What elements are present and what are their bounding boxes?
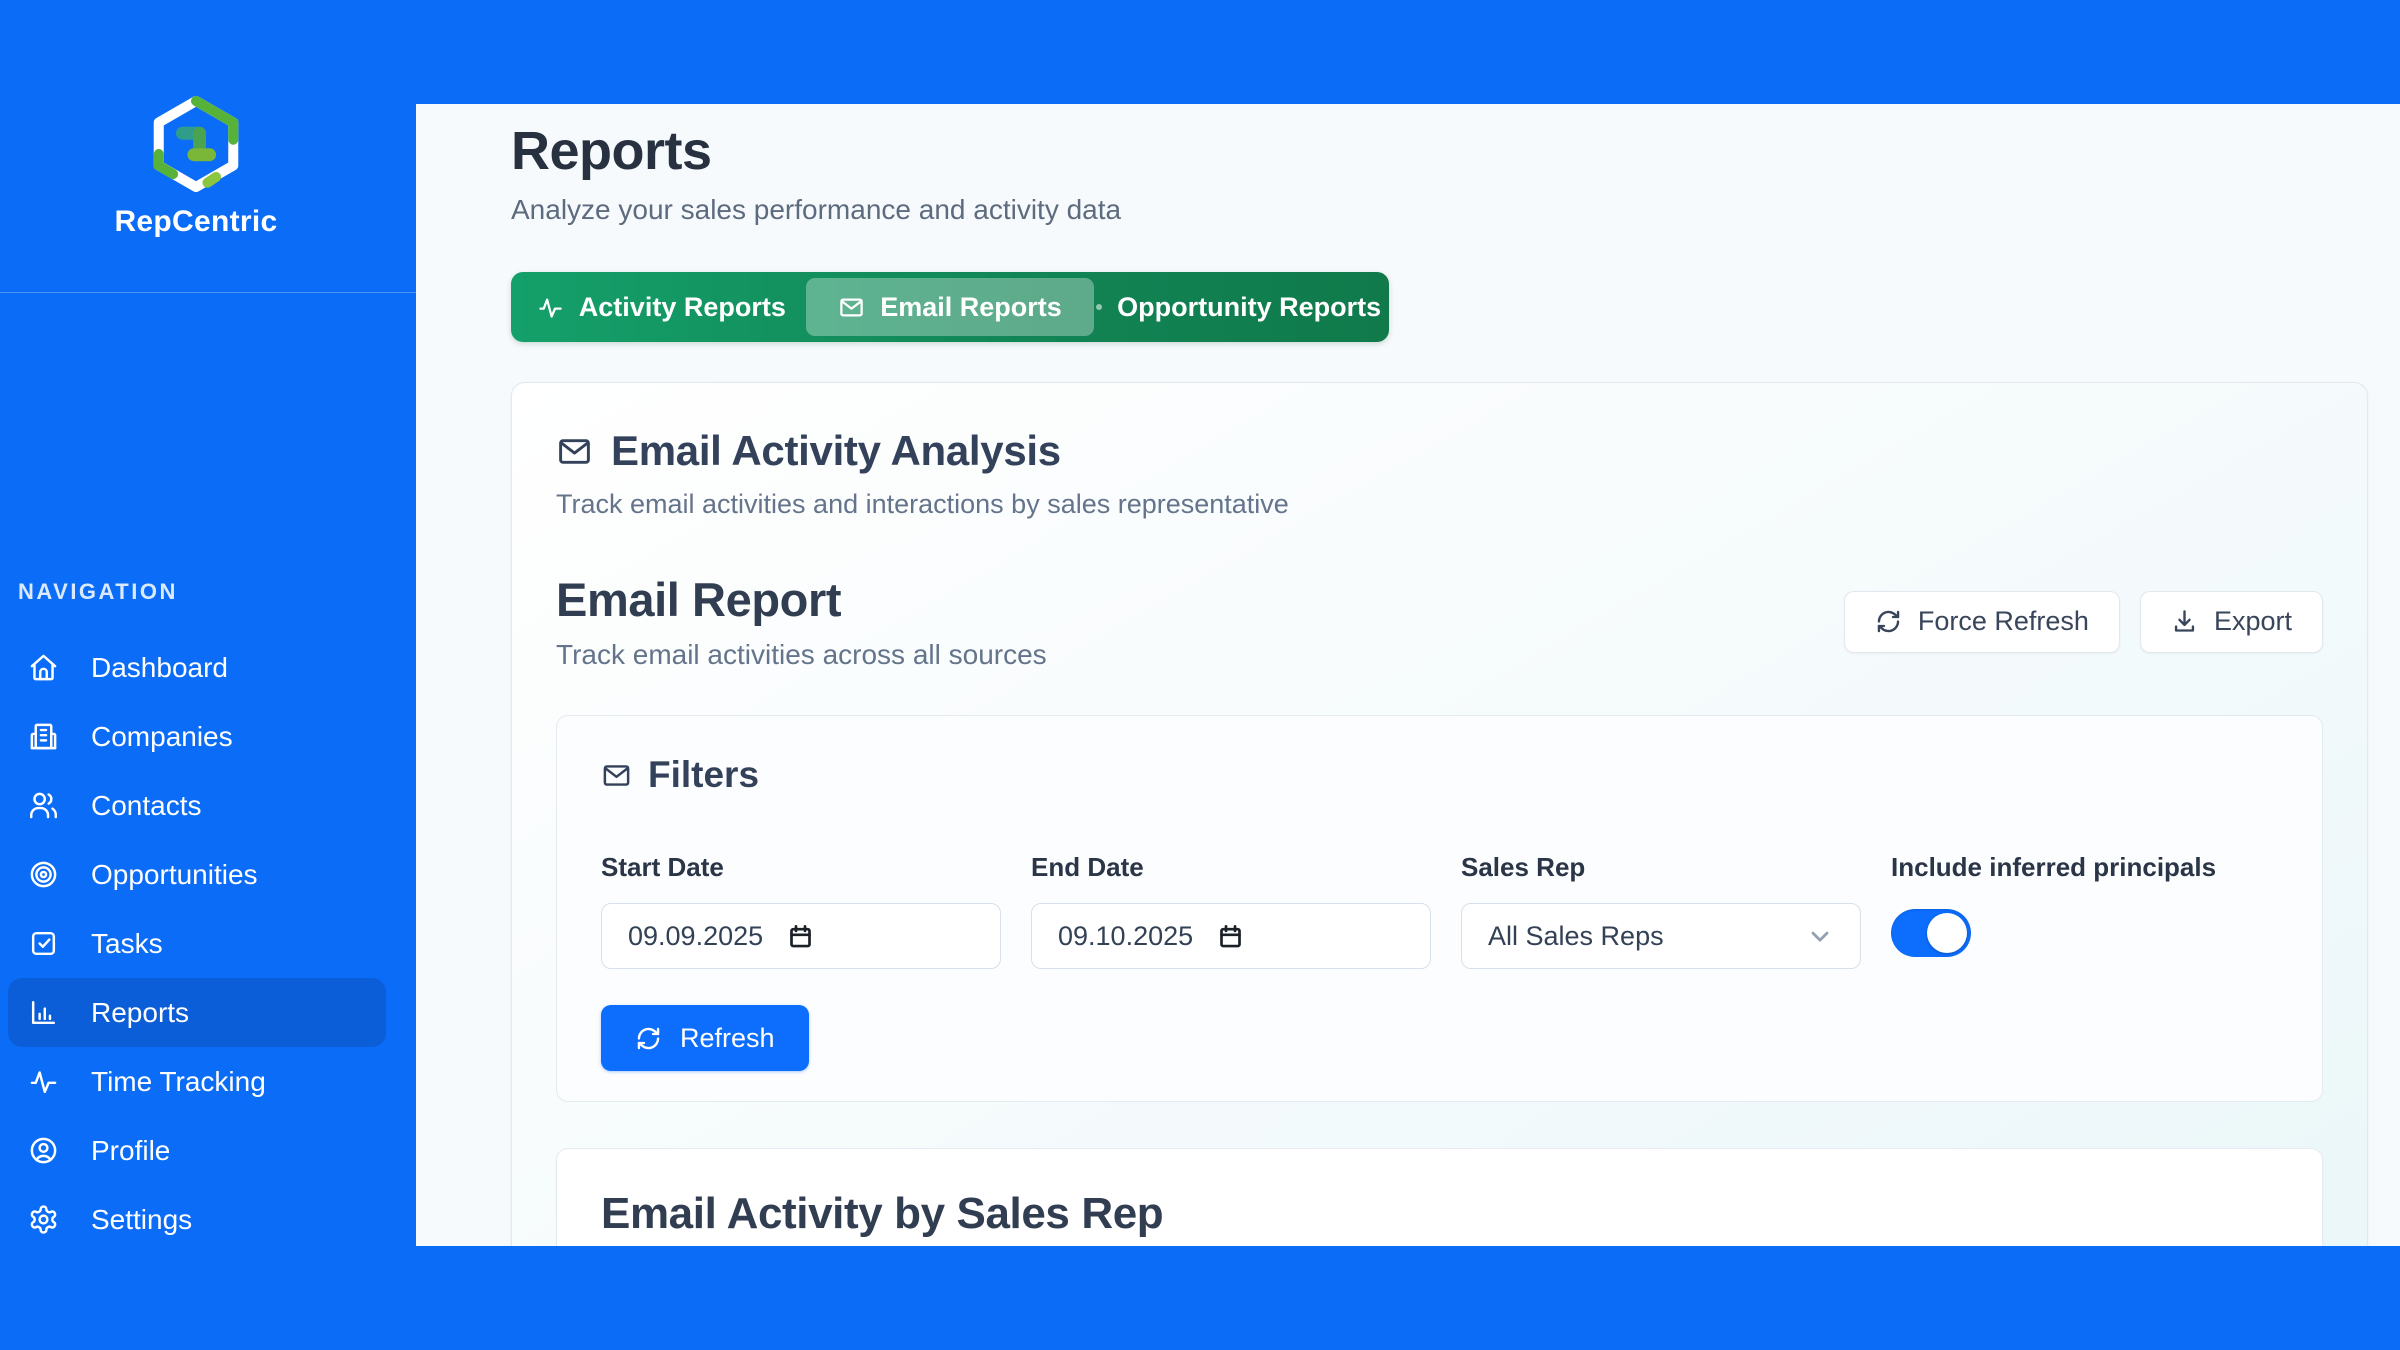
chevron-down-icon (1806, 922, 1834, 950)
sales-rep-value: All Sales Reps (1488, 921, 1664, 952)
start-date-field-group: Start Date 09.09.2025 (601, 852, 1001, 969)
user-circle-icon (28, 1135, 59, 1166)
sidebar-item-label: Dashboard (91, 652, 228, 684)
home-icon (28, 652, 59, 683)
sidebar-item-tasks[interactable]: Tasks (8, 909, 386, 978)
sidebar-item-label: Profile (91, 1135, 170, 1167)
calendar-icon (1217, 923, 1244, 950)
start-date-value: 09.09.2025 (628, 921, 763, 952)
refresh-button[interactable]: Refresh (601, 1005, 809, 1071)
email-activity-by-rep-title: Email Activity by Sales Rep (601, 1189, 2278, 1239)
sidebar-item-dashboard[interactable]: Dashboard (8, 633, 386, 702)
tab-label: Activity Reports (579, 292, 786, 323)
sidebar-item-label: Tasks (91, 928, 163, 960)
sidebar-item-label: Settings (91, 1204, 192, 1236)
export-button[interactable]: Export (2140, 591, 2323, 653)
sidebar-item-label: Reports (91, 997, 189, 1029)
end-date-field-group: End Date 09.10.2025 (1031, 852, 1431, 969)
card-title: Email Activity Analysis (611, 427, 1061, 475)
sidebar-item-label: Companies (91, 721, 233, 753)
card-subtitle: Track email activities and interactions … (556, 489, 2323, 520)
nav-section-label: NAVIGATION (18, 579, 416, 605)
export-label: Export (2214, 606, 2292, 637)
hexagon-logo-icon (153, 96, 239, 197)
mail-icon (838, 294, 865, 321)
sidebar-item-label: Time Tracking (91, 1066, 266, 1098)
tab-label: Email Reports (880, 292, 1062, 323)
end-date-value: 09.10.2025 (1058, 921, 1193, 952)
force-refresh-button[interactable]: Force Refresh (1844, 591, 2120, 653)
sidebar-item-label: Opportunities (91, 859, 258, 891)
report-tabbar: Activity Reports Email Reports Opportuni… (511, 272, 1389, 342)
brand-name: RepCentric (0, 205, 392, 239)
email-report-subtitle: Track email activities across all source… (556, 639, 1047, 671)
app-screen: RepCentric NAVIGATION Dashboard Companie… (0, 0, 2400, 1350)
users-icon (28, 790, 59, 821)
refresh-icon (1875, 608, 1902, 635)
tab-opportunity-reports[interactable]: Opportunity Reports (1094, 278, 1383, 336)
gear-icon (28, 1204, 59, 1235)
filters-card: Filters Start Date 09.09.2025 End Date (556, 715, 2323, 1102)
activity-icon (28, 1066, 59, 1097)
building-icon (28, 721, 59, 752)
sidebar-item-opportunities[interactable]: Opportunities (8, 840, 386, 909)
sales-rep-field-group: Sales Rep All Sales Reps (1461, 852, 1861, 969)
bar-chart-icon (28, 997, 59, 1028)
email-report-title: Email Report (556, 572, 1047, 627)
refresh-icon (635, 1025, 662, 1052)
toggle-knob (1927, 913, 1967, 953)
sales-rep-select[interactable]: All Sales Reps (1461, 903, 1861, 969)
download-icon (2171, 608, 2198, 635)
tab-label: Opportunity Reports (1117, 292, 1381, 323)
sidebar-item-contacts[interactable]: Contacts (8, 771, 386, 840)
activity-icon (537, 294, 564, 321)
sidebar-item-companies[interactable]: Companies (8, 702, 386, 771)
include-inferred-toggle[interactable] (1891, 909, 1971, 957)
sidebar-item-reports[interactable]: Reports (8, 978, 386, 1047)
end-date-label: End Date (1031, 852, 1431, 883)
include-inferred-label: Include inferred principals (1891, 852, 2278, 883)
sidebar-nav: Dashboard Companies Contacts Opportuniti… (0, 633, 416, 1254)
sidebar: RepCentric NAVIGATION Dashboard Companie… (0, 0, 416, 1350)
dot-icon (1096, 304, 1102, 310)
calendar-icon (787, 923, 814, 950)
start-date-input[interactable]: 09.09.2025 (601, 903, 1001, 969)
tab-email-reports[interactable]: Email Reports (806, 278, 1095, 336)
force-refresh-label: Force Refresh (1918, 606, 2089, 637)
brand-logo[interactable]: RepCentric (0, 0, 392, 239)
sidebar-item-profile[interactable]: Profile (8, 1116, 386, 1185)
sales-rep-label: Sales Rep (1461, 852, 1861, 883)
start-date-label: Start Date (601, 852, 1001, 883)
page-title: Reports (511, 120, 2368, 182)
email-activity-by-rep-card: Email Activity by Sales Rep Summary of e… (556, 1148, 2323, 1246)
sidebar-item-label: Contacts (91, 790, 202, 822)
sidebar-item-time-tracking[interactable]: Time Tracking (8, 1047, 386, 1116)
mail-icon (556, 433, 593, 470)
mail-icon (601, 760, 632, 791)
sidebar-divider (0, 292, 416, 293)
tab-activity-reports[interactable]: Activity Reports (517, 278, 806, 336)
check-square-icon (28, 928, 59, 959)
page-subtitle: Analyze your sales performance and activ… (511, 194, 2368, 226)
filters-title: Filters (648, 754, 759, 796)
main-panel: Reports Analyze your sales performance a… (416, 104, 2400, 1246)
refresh-label: Refresh (680, 1023, 775, 1054)
include-inferred-field-group: Include inferred principals (1891, 852, 2278, 969)
email-activity-analysis-card: Email Activity Analysis Track email acti… (511, 382, 2368, 1246)
end-date-input[interactable]: 09.10.2025 (1031, 903, 1431, 969)
target-icon (28, 859, 59, 890)
sidebar-item-settings[interactable]: Settings (8, 1185, 386, 1254)
